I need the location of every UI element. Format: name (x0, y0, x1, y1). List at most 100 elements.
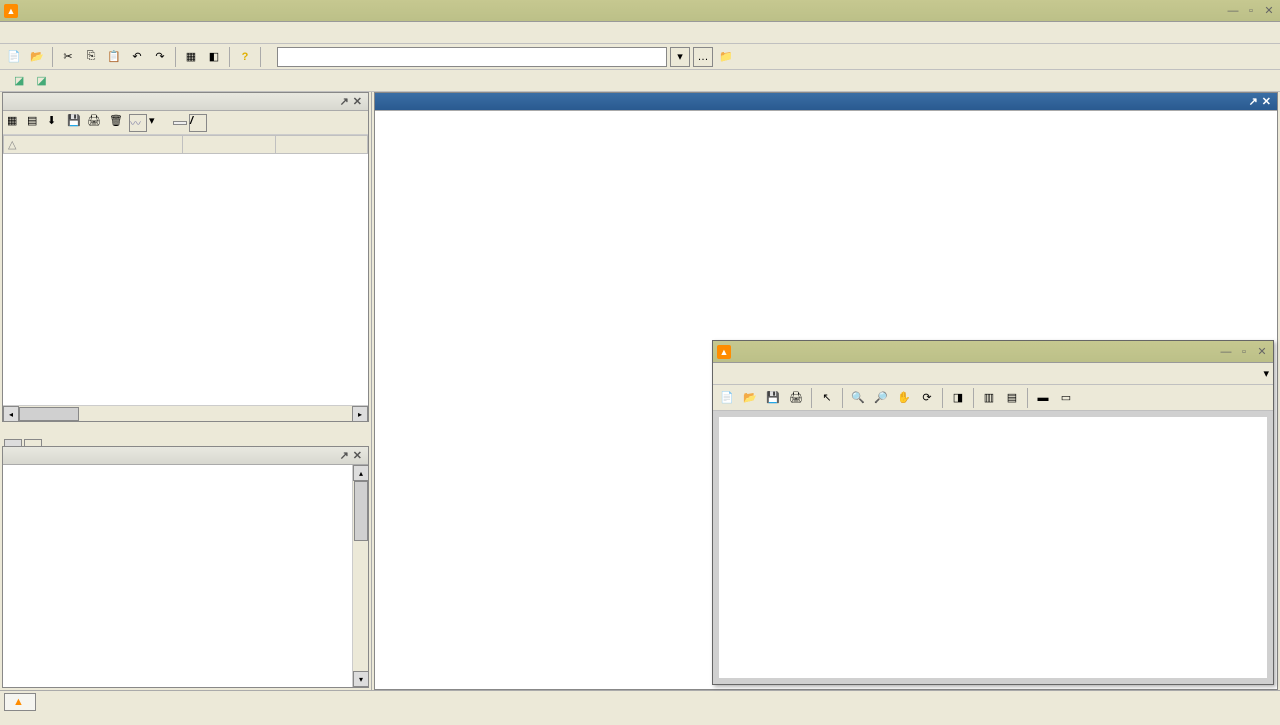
workspace-hscrollbar[interactable]: ◂ ▸ (3, 405, 368, 421)
workspace-toolbar: ▦ ▤ ⬇ 💾 🖨 🗑 〰 ▾ / (3, 111, 368, 135)
figure-minimize-icon[interactable]: — (1219, 345, 1233, 359)
scroll-left-icon[interactable]: ◂ (3, 406, 19, 422)
open-var-icon[interactable]: ▤ (27, 114, 45, 132)
figure-window[interactable]: ▲ — ▫ ✕ ▾ 📄 📂 💾 🖨 ↖ 🔍 🔎 ✋ ⟳ ◨ ▥ (712, 340, 1274, 685)
scroll-thumb[interactable] (19, 407, 79, 421)
fig-zoomout-icon[interactable]: 🔎 (871, 388, 891, 408)
menu-debug[interactable] (44, 31, 64, 35)
shortcut-bar: ◪ ◪ (0, 70, 1280, 92)
main-titlebar: ▲ — ▫ ✕ (0, 0, 1280, 22)
cmdwin-close-icon[interactable]: ✕ (1260, 95, 1273, 108)
history-close-icon[interactable]: ✕ (351, 449, 364, 462)
open-file-icon[interactable]: 📂 (27, 47, 47, 67)
undo-icon[interactable]: ↶ (127, 47, 147, 67)
fig-menu-help[interactable] (857, 372, 877, 376)
new-file-icon[interactable]: 📄 (4, 47, 24, 67)
scroll-right-icon[interactable]: ▸ (352, 406, 368, 422)
how-to-add-link[interactable]: ◪ (14, 74, 26, 87)
fig-menu-insert[interactable] (777, 372, 797, 376)
fig-menu-file[interactable] (717, 372, 737, 376)
guide-icon[interactable]: ◧ (204, 47, 224, 67)
figure-plot[interactable] (719, 417, 1267, 678)
fig-menu-tools[interactable] (797, 372, 817, 376)
whats-new-link[interactable]: ◪ (36, 74, 48, 87)
command-window-header: ↗ ✕ (375, 93, 1277, 111)
fig-menu-chevron-icon[interactable]: ▾ (1263, 367, 1269, 380)
history-scroll-thumb[interactable] (354, 481, 368, 541)
minimize-icon[interactable]: — (1226, 4, 1240, 18)
import-icon[interactable]: ⬇ (47, 114, 65, 132)
scroll-up-icon[interactable]: ▴ (353, 465, 368, 481)
how-to-add-icon: ◪ (14, 75, 24, 87)
whats-new-icon: ◪ (36, 75, 46, 87)
tab-workspace[interactable] (24, 439, 42, 446)
start-button[interactable]: ▲ (4, 693, 36, 711)
main-toolbar: 📄 📂 ✂ ⎘ 📋 ↶ ↷ ▦ ◧ ? ▾ … 📁 (0, 44, 1280, 70)
maximize-icon[interactable]: ▫ (1244, 4, 1258, 18)
fig-colorbar-icon[interactable]: ▥ (979, 388, 999, 408)
history-undock-icon[interactable]: ↗ (338, 449, 351, 462)
fig-pointer-icon[interactable]: ↖ (817, 388, 837, 408)
menu-file[interactable] (4, 31, 24, 35)
panel-close-icon[interactable]: ✕ (351, 95, 364, 108)
scroll-down-icon[interactable]: ▾ (353, 671, 368, 687)
fig-menu-edit[interactable] (737, 372, 757, 376)
workspace-header: ↗ ✕ (3, 93, 368, 111)
redo-icon[interactable]: ↷ (150, 47, 170, 67)
figure-logo-icon: ▲ (717, 345, 731, 359)
tab-current-directory[interactable] (4, 439, 22, 446)
fig-datacursor-icon[interactable]: ◨ (948, 388, 968, 408)
fig-legend-icon[interactable]: ▤ (1002, 388, 1022, 408)
left-tabbar (0, 424, 371, 446)
col-name[interactable]: △ (4, 136, 183, 154)
stack-selector[interactable] (173, 121, 187, 125)
fig-save-icon[interactable]: 💾 (763, 388, 783, 408)
delete-var-icon[interactable]: 🗑 (109, 114, 127, 132)
col-value[interactable] (183, 136, 275, 154)
stack-refresh-icon[interactable]: / (189, 114, 207, 132)
plot-var-icon[interactable]: 〰 (129, 114, 147, 132)
fig-menu-view[interactable] (757, 372, 777, 376)
sort-asc-icon: △ (8, 139, 16, 151)
new-var-icon[interactable]: ▦ (7, 114, 25, 132)
figure-close-icon[interactable]: ✕ (1255, 345, 1269, 359)
current-dir-input[interactable] (277, 47, 667, 67)
figure-toolbar: 📄 📂 💾 🖨 ↖ 🔍 🔎 ✋ ⟳ ◨ ▥ ▤ ▬ ▭ (713, 385, 1273, 411)
figure-maximize-icon[interactable]: ▫ (1237, 345, 1251, 359)
figure-menubar: ▾ (713, 363, 1273, 385)
cut-icon[interactable]: ✂ (58, 47, 78, 67)
workspace-table[interactable]: △ (3, 135, 368, 405)
help-icon[interactable]: ? (235, 47, 255, 67)
plot-dropdown-icon[interactable]: ▾ (149, 114, 167, 132)
fig-show-tools-icon[interactable]: ▭ (1056, 388, 1076, 408)
browse-dir-icon[interactable]: … (693, 47, 713, 67)
close-icon[interactable]: ✕ (1262, 4, 1276, 18)
fig-new-icon[interactable]: 📄 (717, 388, 737, 408)
fig-zoomin-icon[interactable]: 🔍 (848, 388, 868, 408)
cmdwin-undock-icon[interactable]: ↗ (1247, 95, 1260, 108)
undock-icon[interactable]: ↗ (338, 95, 351, 108)
history-vscrollbar[interactable]: ▴ ▾ (352, 465, 368, 687)
fig-menu-desktop[interactable] (817, 372, 837, 376)
menu-window[interactable] (84, 31, 104, 35)
fig-pan-icon[interactable]: ✋ (894, 388, 914, 408)
fig-hide-tools-icon[interactable]: ▬ (1033, 388, 1053, 408)
status-bar: ▲ (0, 690, 1280, 712)
figure-titlebar[interactable]: ▲ — ▫ ✕ (713, 341, 1273, 363)
fig-print-icon[interactable]: 🖨 (786, 388, 806, 408)
menu-edit[interactable] (24, 31, 44, 35)
fig-menu-window[interactable] (837, 372, 857, 376)
menu-help[interactable] (104, 31, 124, 35)
dir-dropdown-icon[interactable]: ▾ (670, 47, 690, 67)
simulink-icon[interactable]: ▦ (181, 47, 201, 67)
parent-dir-icon[interactable]: 📁 (716, 47, 736, 67)
fig-rotate-icon[interactable]: ⟳ (917, 388, 937, 408)
print-icon[interactable]: 🖨 (87, 114, 105, 132)
menu-desktop[interactable] (64, 31, 84, 35)
col-class[interactable] (275, 136, 367, 154)
fig-open-icon[interactable]: 📂 (740, 388, 760, 408)
paste-icon[interactable]: 📋 (104, 47, 124, 67)
save-ws-icon[interactable]: 💾 (67, 114, 85, 132)
copy-icon[interactable]: ⎘ (81, 47, 101, 67)
history-body[interactable]: ▴ ▾ (3, 465, 368, 687)
